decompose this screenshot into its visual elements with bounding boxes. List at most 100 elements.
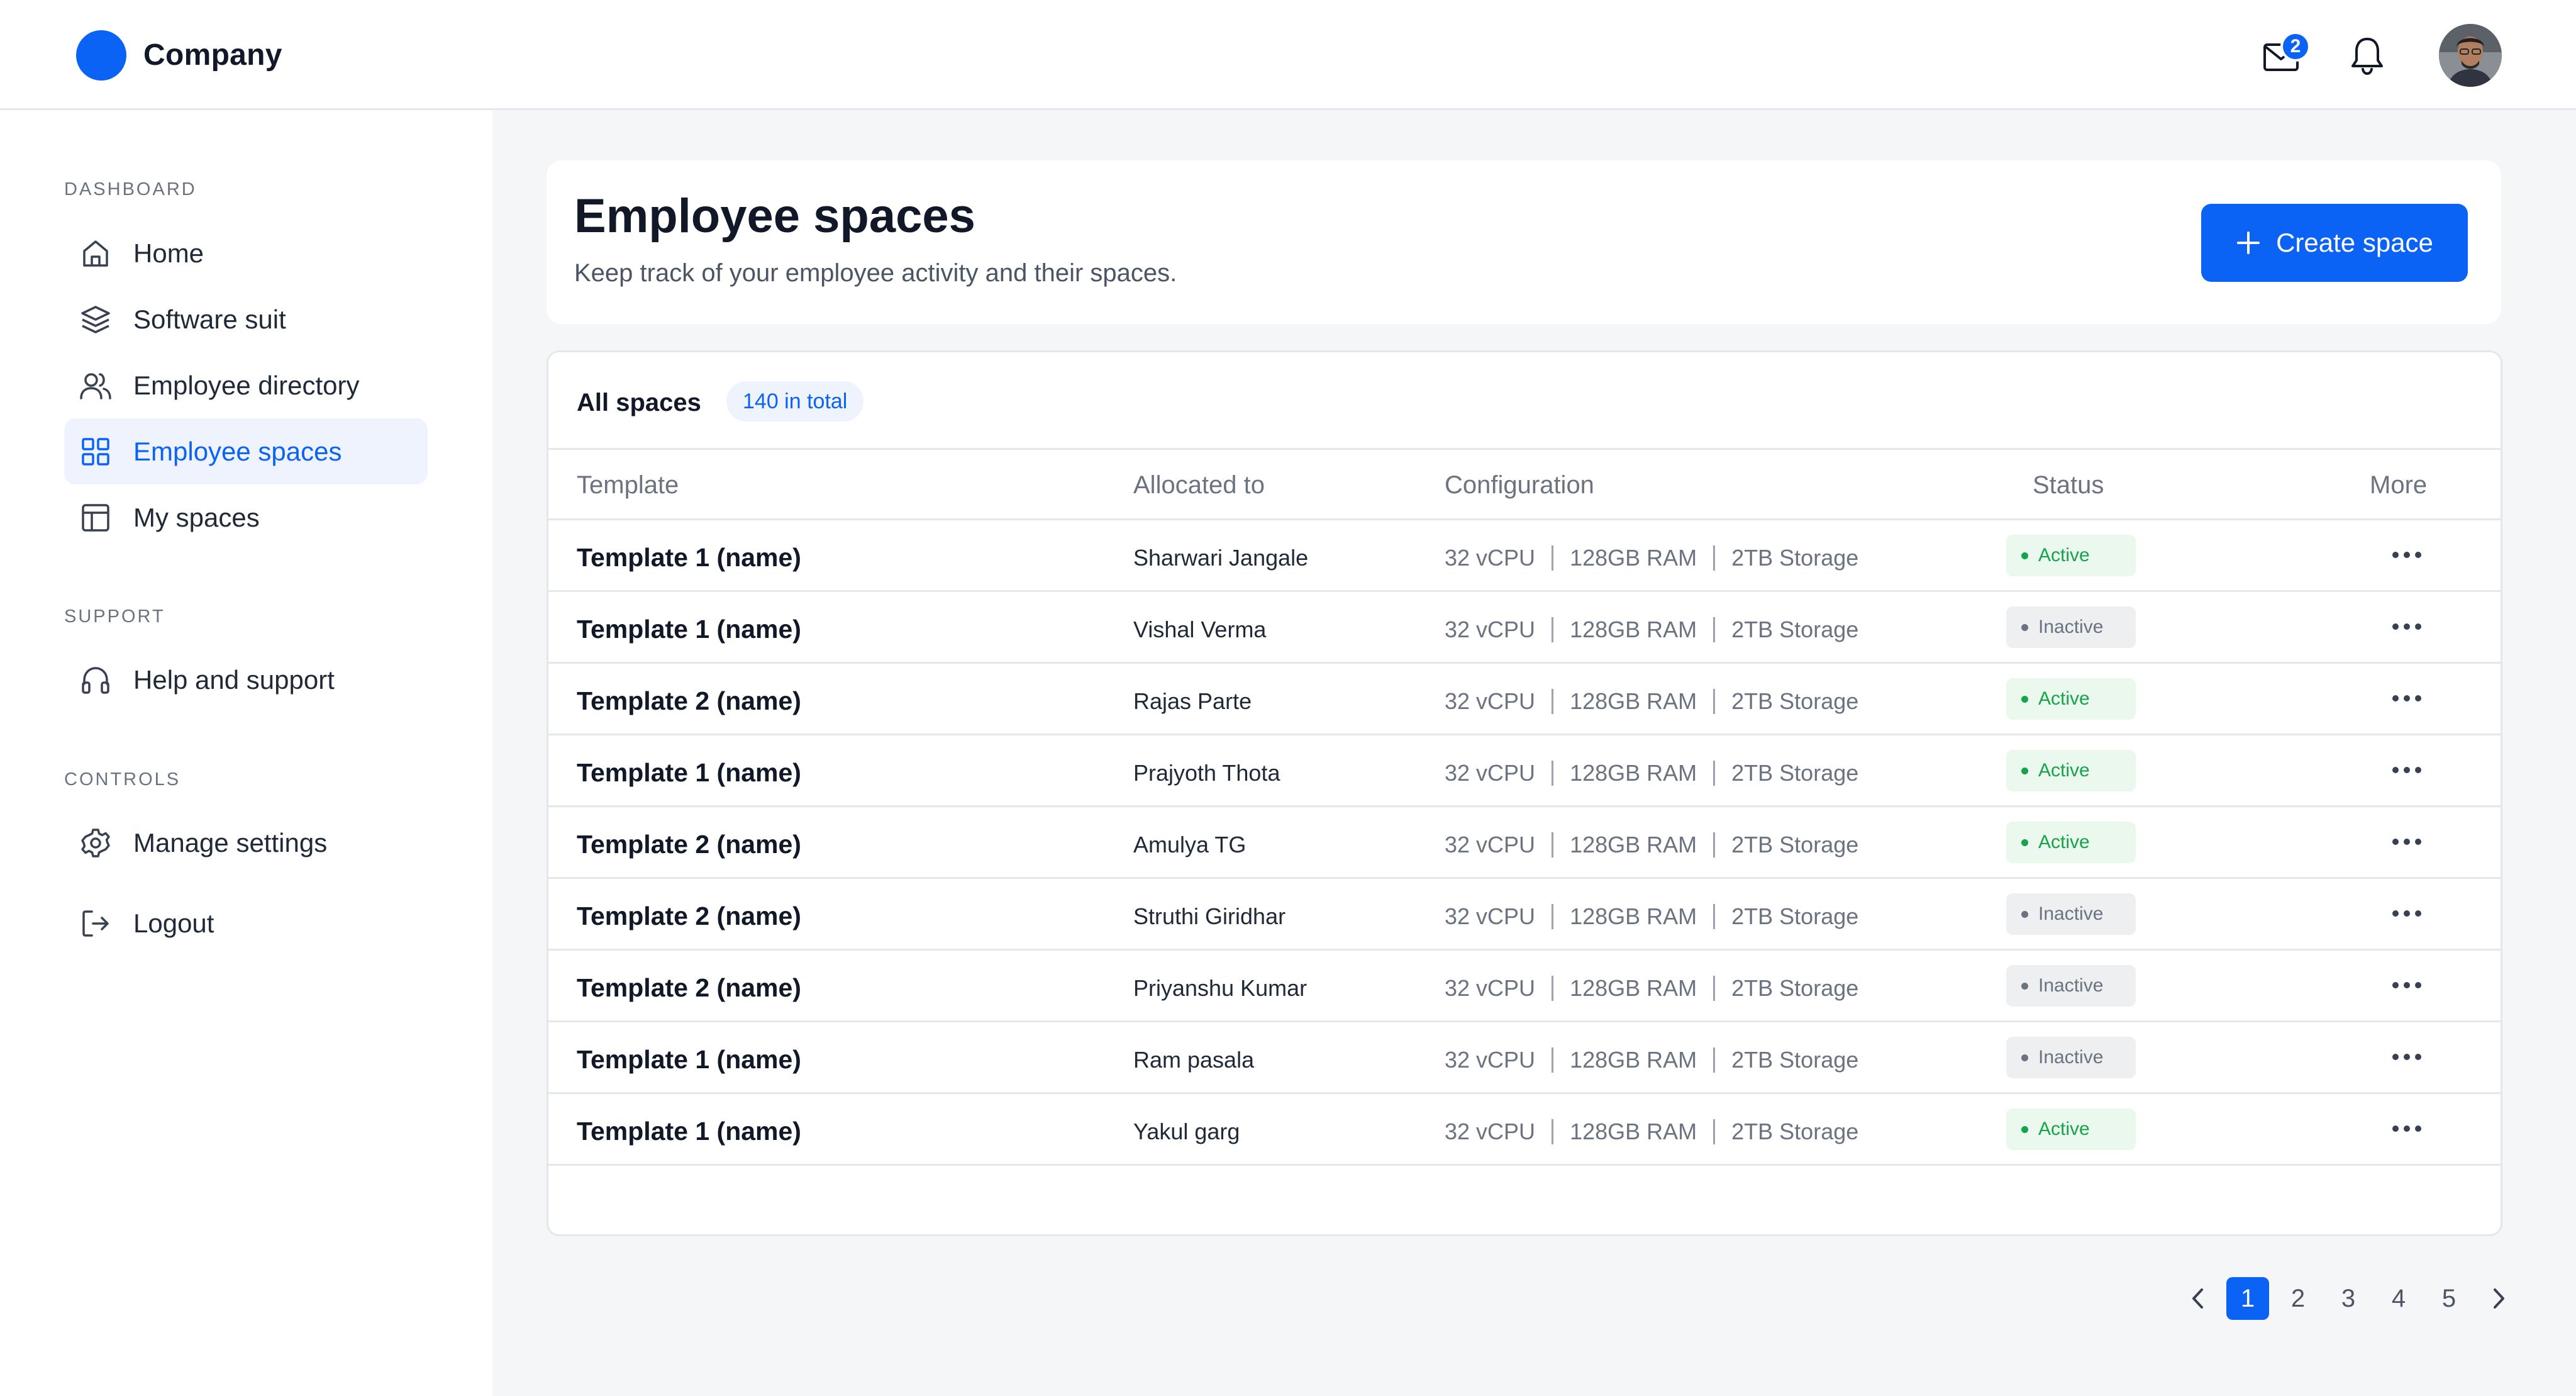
company-logo[interactable] bbox=[76, 30, 126, 81]
sidebar-item-manage-settings[interactable]: Manage settings bbox=[64, 810, 428, 876]
main-content: All spaces 140 in total Template Allocat… bbox=[492, 110, 2576, 1396]
logout-icon bbox=[77, 905, 114, 942]
company-name[interactable]: Company bbox=[143, 38, 282, 72]
config-storage: 2TB Storage bbox=[1731, 545, 1859, 571]
avatar[interactable] bbox=[2439, 24, 2502, 87]
more-options-button[interactable] bbox=[2382, 898, 2432, 929]
prev-page-button[interactable] bbox=[2176, 1277, 2219, 1320]
template-name: Template 2 (name) bbox=[577, 973, 801, 1002]
template-name: Template 1 (name) bbox=[577, 1045, 801, 1074]
more-options-button[interactable] bbox=[2382, 754, 2432, 786]
table-row[interactable]: Template 2 (name) Amulya TG 32 vCPU 128GB R… bbox=[548, 807, 2501, 879]
configuration: 32 vCPU 128GB RAM 2TB Storage bbox=[1445, 1119, 1858, 1145]
ellipsis-icon bbox=[2392, 1054, 2421, 1060]
table-row[interactable]: Template 1 (name) Prajyoth Thota 32 vCPU 12… bbox=[548, 735, 2501, 807]
status-label: Inactive bbox=[2038, 975, 2104, 996]
mail-badge: 2 bbox=[2280, 31, 2311, 62]
allocated-to: Yakul garg bbox=[1133, 1119, 1240, 1144]
config-ram: 128GB RAM bbox=[1570, 688, 1697, 714]
config-storage: 2TB Storage bbox=[1731, 688, 1859, 714]
status-label: Inactive bbox=[2038, 617, 2104, 637]
more-options-button[interactable] bbox=[2382, 683, 2432, 714]
configuration: 32 vCPU 128GB RAM 2TB Storage bbox=[1445, 832, 1858, 858]
page-2-button[interactable]: 2 bbox=[2277, 1277, 2319, 1320]
ellipsis-icon bbox=[2392, 767, 2421, 773]
ellipsis-icon bbox=[2392, 552, 2421, 558]
status-badge: Active bbox=[2006, 678, 2136, 720]
configuration: 32 vCPU 128GB RAM 2TB Storage bbox=[1445, 545, 1858, 571]
status-label: Active bbox=[2038, 545, 2090, 566]
sidebar-item-my-spaces[interactable]: My spaces bbox=[64, 484, 428, 550]
page-1-button[interactable]: 1 bbox=[2226, 1277, 2269, 1320]
more-options-button[interactable] bbox=[2382, 539, 2432, 571]
home-icon bbox=[77, 235, 114, 272]
config-ram: 128GB RAM bbox=[1570, 1119, 1697, 1144]
column-headers: Template Allocated to Configuration Stat… bbox=[548, 450, 2501, 520]
template-name: Template 2 (name) bbox=[577, 902, 801, 930]
config-ram: 128GB RAM bbox=[1570, 832, 1697, 857]
more-options-button[interactable] bbox=[2382, 1113, 2432, 1144]
ellipsis-icon bbox=[2392, 982, 2421, 988]
status-badge: Active bbox=[2006, 822, 2136, 863]
sidebar-item-home[interactable]: Home bbox=[64, 220, 428, 286]
table-row[interactable]: Template 2 (name) Rajas Parte 32 vCPU 128GB… bbox=[548, 664, 2501, 735]
config-separator bbox=[1552, 904, 1554, 929]
template-name: Template 1 (name) bbox=[577, 758, 801, 787]
more-options-button[interactable] bbox=[2382, 1041, 2432, 1073]
table-row[interactable]: Template 1 (name) Ram pasala 32 vCPU 128GB … bbox=[548, 1022, 2501, 1094]
sidebar-item-employee-spaces[interactable]: Employee spaces bbox=[64, 418, 428, 484]
template-name: Template 1 (name) bbox=[577, 615, 801, 644]
configuration: 32 vCPU 128GB RAM 2TB Storage bbox=[1445, 975, 1858, 1002]
bell-icon[interactable] bbox=[2344, 33, 2390, 79]
more-options-button[interactable] bbox=[2382, 611, 2432, 642]
sidebar-item-logout[interactable]: Logout bbox=[64, 890, 428, 956]
page-5-button[interactable]: 5 bbox=[2428, 1277, 2470, 1320]
config-cpu: 32 vCPU bbox=[1445, 688, 1536, 714]
ellipsis-icon bbox=[2392, 839, 2421, 845]
page-4-button[interactable]: 4 bbox=[2377, 1277, 2420, 1320]
config-ram: 128GB RAM bbox=[1570, 975, 1697, 1001]
table-row[interactable]: Template 2 (name) Struthi Giridhar 32 vCPU… bbox=[548, 879, 2501, 951]
create-space-label: Create space bbox=[2276, 228, 2433, 257]
config-storage: 2TB Storage bbox=[1731, 617, 1859, 642]
status-label: Inactive bbox=[2038, 903, 2104, 924]
status-dot-icon bbox=[2021, 982, 2028, 990]
sidebar-item-help-and-support[interactable]: Help and support bbox=[64, 647, 428, 713]
table-row[interactable]: Template 1 (name) Yakul garg 32 vCPU 128GB … bbox=[548, 1094, 2501, 1166]
status-badge: Inactive bbox=[2006, 606, 2136, 648]
section-dashboard: DASHBOARD bbox=[64, 179, 197, 199]
sidebar-item-label: My spaces bbox=[133, 502, 260, 532]
sidebar-item-label: Software suit bbox=[133, 304, 286, 334]
config-separator bbox=[1552, 617, 1554, 642]
config-separator bbox=[1552, 545, 1554, 571]
config-cpu: 32 vCPU bbox=[1445, 832, 1536, 857]
more-options-button[interactable] bbox=[2382, 826, 2432, 857]
config-separator bbox=[1713, 976, 1716, 1001]
more-options-button[interactable] bbox=[2382, 969, 2432, 1001]
chevron-right-icon bbox=[2494, 1288, 2504, 1309]
config-separator bbox=[1552, 761, 1554, 786]
create-space-button[interactable]: Create space bbox=[2201, 204, 2468, 282]
pagination: 1 2 3 4 5 bbox=[2176, 1277, 2528, 1320]
table-row[interactable]: Template 1 (name) Vishal Verma 32 vCPU 128G… bbox=[548, 592, 2501, 664]
allocated-to: Priyanshu Kumar bbox=[1133, 975, 1307, 1001]
column-more: More bbox=[2370, 471, 2428, 499]
status-dot-icon bbox=[2021, 623, 2028, 631]
config-ram: 128GB RAM bbox=[1570, 617, 1697, 642]
config-separator bbox=[1713, 832, 1716, 857]
page-title: Employee spaces bbox=[574, 189, 975, 243]
next-page-button[interactable] bbox=[2478, 1277, 2521, 1320]
sidebar-item-software-suit[interactable]: Software suit bbox=[64, 286, 428, 352]
allocated-to: Ram pasala bbox=[1133, 1047, 1255, 1073]
top-bar: Company 2 bbox=[0, 0, 2576, 110]
column-status: Status bbox=[2033, 471, 2104, 499]
table-row[interactable]: Template 2 (name) Priyanshu Kumar 32 vCPU 1… bbox=[548, 951, 2501, 1022]
sidebar-item-employee-directory[interactable]: Employee directory bbox=[64, 352, 428, 418]
config-separator bbox=[1552, 1047, 1554, 1073]
config-separator bbox=[1713, 761, 1716, 786]
template-name: Template 2 (name) bbox=[577, 830, 801, 859]
table-row[interactable]: Template 1 (name) Sharwari Jangale 32 vCPU… bbox=[548, 520, 2501, 592]
page-3-button[interactable]: 3 bbox=[2327, 1277, 2370, 1320]
status-dot-icon bbox=[2021, 910, 2028, 918]
template-name: Template 2 (name) bbox=[577, 686, 801, 715]
